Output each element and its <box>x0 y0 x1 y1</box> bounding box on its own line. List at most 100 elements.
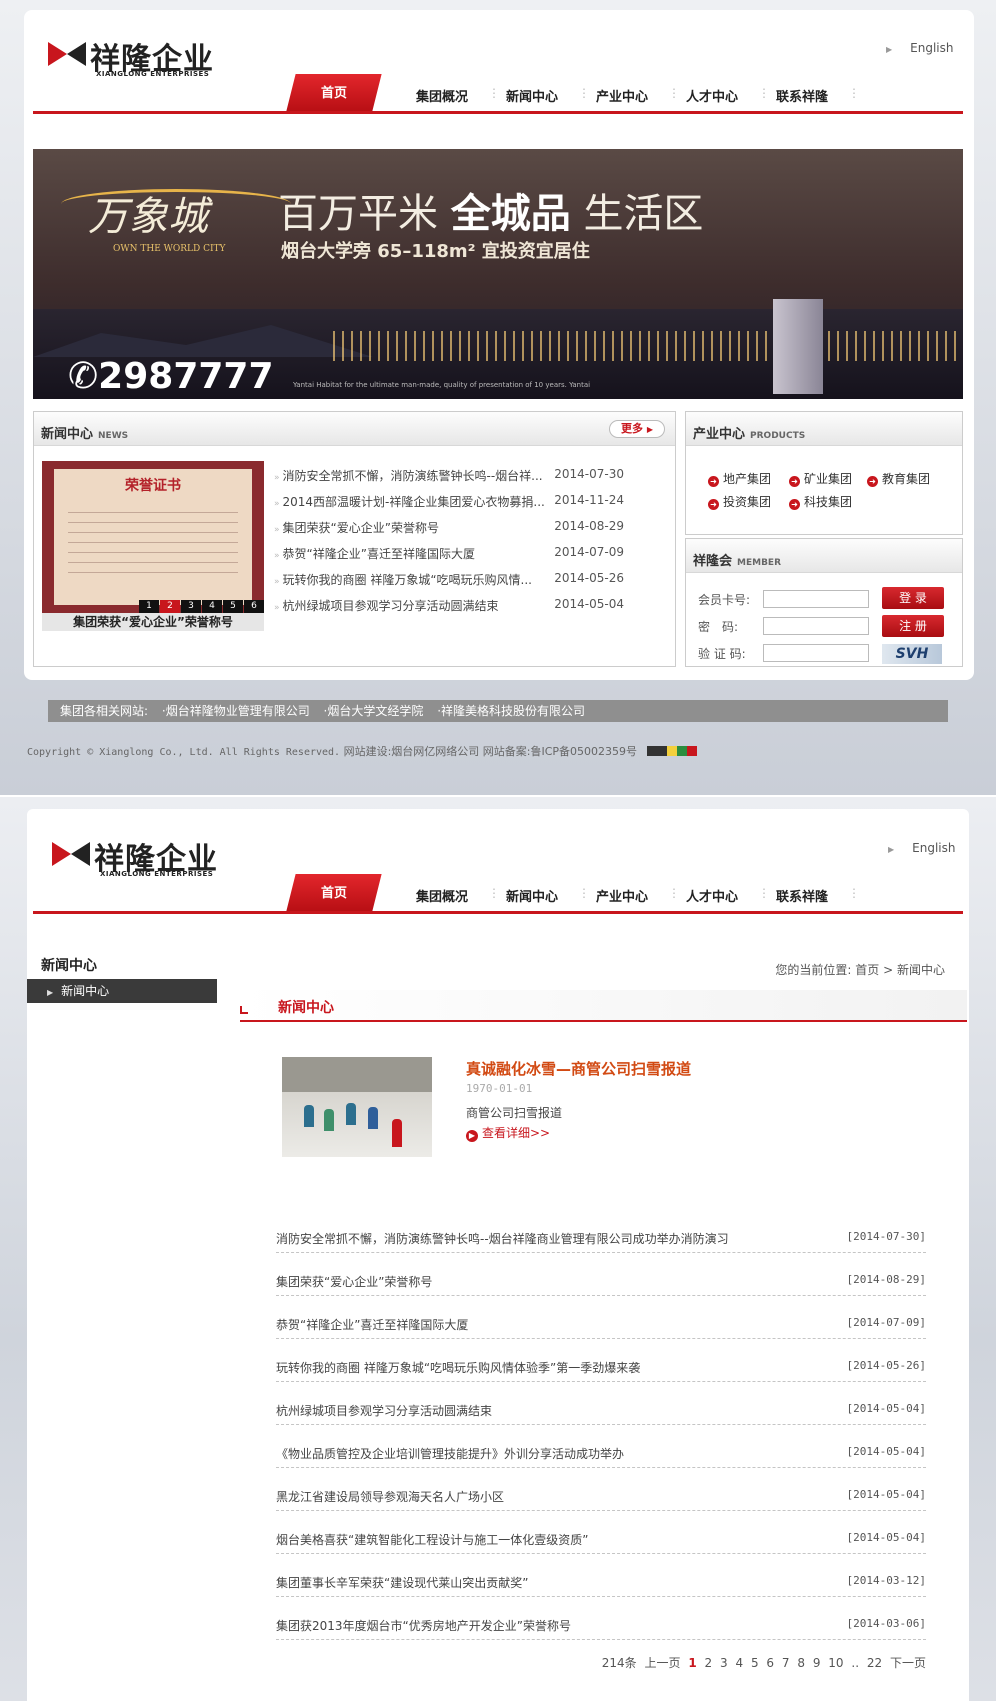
nav-industry[interactable]: 产业中心 <box>596 86 648 105</box>
featured-news-more[interactable]: ▶ 查看详细>> <box>466 1124 550 1142</box>
pagination-page[interactable]: 7 <box>782 1656 790 1670</box>
slide-dot[interactable]: 4 <box>202 600 222 613</box>
nav-contact[interactable]: 联系祥隆 <box>776 886 828 905</box>
products-box-title: 产业中心 <box>693 427 746 442</box>
arrow-right-icon: ▶ <box>646 425 653 434</box>
slide-dot[interactable]: 5 <box>223 600 243 613</box>
nav-talent[interactable]: 人才中心 <box>686 86 738 105</box>
arrow-circle-icon: ➜ <box>867 476 878 487</box>
slide-dot[interactable]: 6 <box>244 600 264 613</box>
related-site-link[interactable]: ·烟台祥隆物业管理有限公司 <box>162 704 310 718</box>
news-box: 新闻中心 NEWS 更多 ▶ 荣誉证书 1 2 3 4 5 6 集团荣获“爱心企业… <box>33 411 676 667</box>
bullet-icon: » <box>274 603 280 613</box>
nav-about[interactable]: 集团概况 <box>416 886 468 905</box>
related-site-link[interactable]: ·祥隆美格科技股份有限公司 <box>437 704 585 718</box>
nav-contact[interactable]: 联系祥隆 <box>776 86 828 105</box>
logo-mark-icon <box>52 842 90 866</box>
english-label[interactable]: English <box>910 41 953 55</box>
pagination-page[interactable]: 9 <box>813 1656 821 1670</box>
news-list-row[interactable]: 恭贺“祥隆企业”喜迁至祥隆国际大厦 [2014-07-09] <box>276 1296 926 1339</box>
slide-caption[interactable]: 集团荣获“爱心企业”荣誉称号 <box>42 613 264 631</box>
captcha-image[interactable]: SVH <box>882 644 942 664</box>
nav-talent[interactable]: 人才中心 <box>686 886 738 905</box>
breadcrumb: 您的当前位置: 首页 > 新闻中心 <box>775 961 945 978</box>
pagination-next[interactable]: 下一页 <box>890 1656 926 1670</box>
product-link[interactable]: ➜ 教育集团 <box>867 470 930 487</box>
news-box-header: 新闻中心 NEWS 更多 ▶ <box>34 412 675 446</box>
products-box: 产业中心 PRODUCTS ➜ 地产集团 ➜ 矿业集团 ➜ 教育集团 ➜ 投资集团 ➜ 科技… <box>685 411 963 535</box>
login-button[interactable]: 登 录 <box>882 587 944 609</box>
side-menu-title: 新闻中心 <box>41 958 97 974</box>
news-list-row[interactable]: 集团荣获“爱心企业”荣誉称号 [2014-08-29] <box>276 1253 926 1296</box>
news-item[interactable]: » 集团荣获“爱心企业”荣誉称号 2014-08-29 <box>274 519 624 537</box>
news-item[interactable]: » 2014西部温暖计划-祥隆企业集团爱心衣物募捐... 2014-11-24 <box>274 493 624 511</box>
cnzz-counter-icon[interactable] <box>646 746 697 756</box>
password-input[interactable] <box>763 617 869 635</box>
figure-shape <box>368 1107 378 1129</box>
product-link[interactable]: ➜ 矿业集团 <box>789 470 852 487</box>
news-item[interactable]: » 恭贺“祥隆企业”喜迁至祥隆国际大厦 2014-07-09 <box>274 545 624 563</box>
nav-home[interactable]: 首页 <box>291 74 377 111</box>
section-title: 新闻中心 <box>278 1000 334 1016</box>
news-list-row[interactable]: 集团获2013年度烟台市“优秀房地产开发企业”荣誉称号 [2014-03-06] <box>276 1597 926 1640</box>
password-label: 密 码: <box>698 620 739 634</box>
pagination-page[interactable]: 3 <box>720 1656 728 1670</box>
english-label[interactable]: English <box>912 841 955 855</box>
featured-news-image[interactable] <box>282 1057 432 1157</box>
english-link[interactable]: ▶ English <box>886 41 954 55</box>
pagination-page-current[interactable]: 1 <box>688 1656 696 1670</box>
featured-news-date: 1970-01-01 <box>466 1082 533 1095</box>
nav-about[interactable]: 集团概况 <box>416 86 468 105</box>
member-box-subtitle: MEMBER <box>737 558 782 568</box>
pagination-prev[interactable]: 上一页 <box>645 1656 681 1670</box>
built-by[interactable]: 网站建设:烟台网亿网络公司 <box>344 745 480 758</box>
product-link[interactable]: ➜ 地产集团 <box>708 470 771 487</box>
nav-divider: ⋮ <box>758 86 770 100</box>
breadcrumb-home[interactable]: 首页 <box>855 963 879 977</box>
news-item[interactable]: » 杭州绿城项目参观学习分享活动圆满结束 2014-05-04 <box>274 597 624 615</box>
news-list-row[interactable]: 消防安全常抓不懈，消防演练警钟长鸣--烟台祥隆商业管理有限公司成功举办消防演习[… <box>276 1210 926 1253</box>
news-list-row[interactable]: 集团董事长辛军荣获“建设现代莱山突出贡献奖” [2014-03-12] <box>276 1554 926 1597</box>
news-list-row[interactable]: 烟台美格喜获“建筑智能化工程设计与施工一体化壹级资质” [2014-05-04] <box>276 1511 926 1554</box>
product-link[interactable]: ➜ 科技集团 <box>789 493 852 510</box>
pagination-page[interactable]: 6 <box>766 1656 774 1670</box>
pagination-page[interactable]: 22 <box>867 1656 882 1670</box>
captcha-input[interactable] <box>763 644 869 662</box>
pagination-page[interactable]: 10 <box>828 1656 843 1670</box>
news-list-row[interactable]: 黑龙江省建设局领导参观海天名人广场小区 [2014-05-04] <box>276 1468 926 1511</box>
figure-shape <box>346 1103 356 1125</box>
nav-news[interactable]: 新闻中心 <box>506 886 558 905</box>
hero-banner[interactable]: 万象城 OWN THE WORLD CITY 百万平米 全城品 生活区 烟台大学… <box>33 149 963 399</box>
related-sites-label: 集团各相关网站: <box>60 704 149 718</box>
product-link[interactable]: ➜ 投资集团 <box>708 493 771 510</box>
slide-dot[interactable]: 1 <box>139 600 159 613</box>
related-site-link[interactable]: ·烟台大学文经学院 <box>324 704 424 718</box>
icp-record[interactable]: 网站备案:鲁ICP备05002359号 <box>483 745 637 758</box>
news-list-row[interactable]: 杭州绿城项目参观学习分享活动圆满结束 [2014-05-04] <box>276 1382 926 1425</box>
register-button[interactable]: 注 册 <box>882 615 944 637</box>
nav-red-line <box>33 911 963 914</box>
news-list-row[interactable]: 《物业品质管控及企业培训管理技能提升》外训分享活动成功举办 [2014-05-04… <box>276 1425 926 1468</box>
pagination-page[interactable]: 4 <box>735 1656 743 1670</box>
products-box-header: 产业中心 PRODUCTS <box>686 412 962 446</box>
certificate-text-lines <box>68 503 238 573</box>
pagination-page[interactable]: 8 <box>797 1656 805 1670</box>
slide-dot[interactable]: 3 <box>181 600 201 613</box>
nav-news[interactable]: 新闻中心 <box>506 86 558 105</box>
nav-home[interactable]: 首页 <box>291 874 377 911</box>
pagination-page[interactable]: 2 <box>705 1656 713 1670</box>
featured-news-title[interactable]: 真诚融化冰雪—商管公司扫雪报道 <box>466 1058 691 1079</box>
news-slideshow[interactable]: 荣誉证书 1 2 3 4 5 6 <box>42 461 264 613</box>
breadcrumb-current[interactable]: 新闻中心 <box>897 963 945 977</box>
pagination-page[interactable]: 5 <box>751 1656 759 1670</box>
side-menu-item-news[interactable]: ▶ 新闻中心 <box>27 979 217 1003</box>
card-number-input[interactable] <box>763 590 869 608</box>
english-link[interactable]: ▶ English <box>888 841 956 855</box>
news-item[interactable]: » 消防安全常抓不懈，消防演练警钟长鸣--烟台祥... 2014-07-30 <box>274 467 624 485</box>
breadcrumb-prefix: 您的当前位置: <box>775 963 852 977</box>
news-more-button[interactable]: 更多 ▶ <box>609 420 665 438</box>
slide-dot-active[interactable]: 2 <box>160 600 180 613</box>
nav-industry[interactable]: 产业中心 <box>596 886 648 905</box>
news-list-row[interactable]: 玩转你我的商圈 祥隆万象城“吃喝玩乐购风情体验季”第一季劲爆来袭 [2014-05… <box>276 1339 926 1382</box>
news-item[interactable]: » 玩转你我的商圈 祥隆万象城“吃喝玩乐购风情... 2014-05-26 <box>274 571 624 589</box>
